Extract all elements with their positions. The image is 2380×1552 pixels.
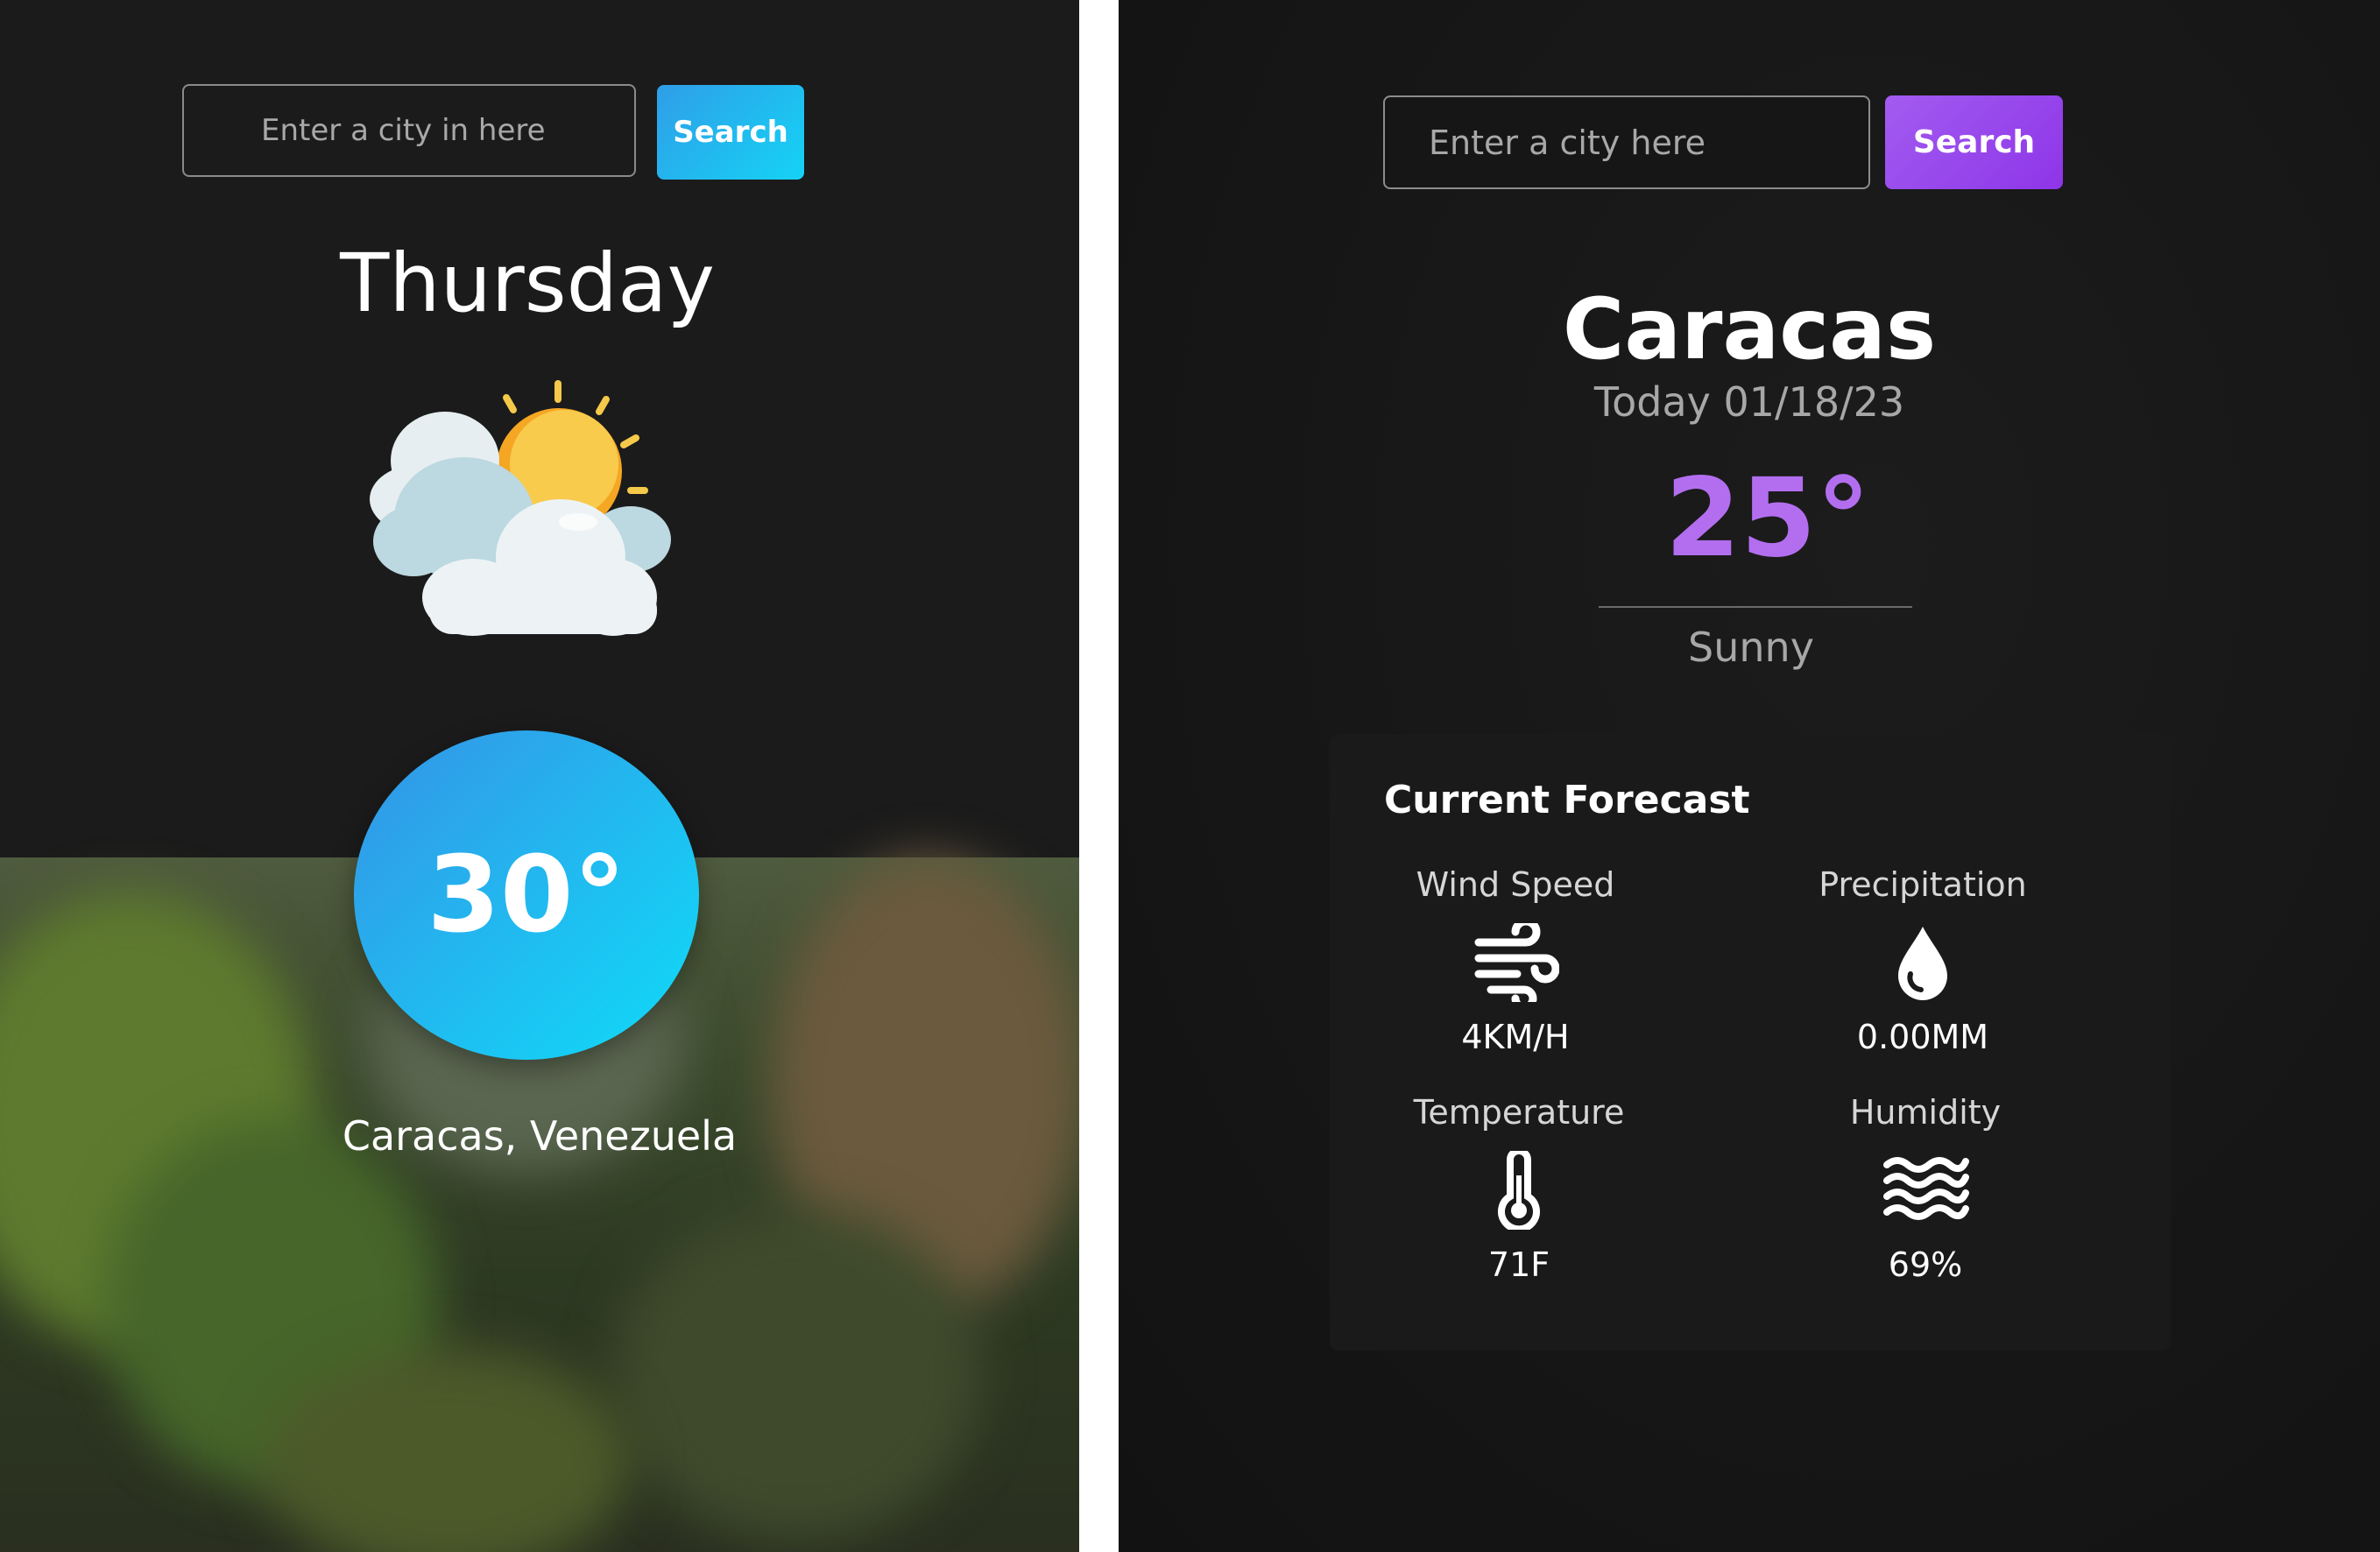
metric-label: Humidity [1849,1093,2002,1132]
temperature-value: 30° [427,834,626,956]
city-search-input[interactable] [1383,95,1870,189]
temperature-metric: Temperature 71F [1379,1093,1659,1284]
metric-value: 0.00MM [1856,1018,1989,1056]
thermometer-icon [1498,1151,1540,1230]
metric-label: Precipitation [1819,865,2027,904]
droplet-icon [1898,927,1947,1000]
right-weather-app: Search Caracas Today 01/18/23 25° Sunny … [1119,0,2380,1552]
location-label: Caracas, Venezuela [342,1112,738,1160]
temperature-circle: 30° [354,730,699,1060]
current-forecast-card: Current Forecast Wind Speed 4KM/H Precip… [1330,734,2171,1351]
metric-value: 69% [1888,1245,1963,1284]
weather-condition: Sunny [1688,624,1814,671]
date-label: Today 01/18/23 [1593,378,1905,426]
partly-cloudy-icon [370,380,671,636]
metric-value: 4KM/H [1461,1018,1570,1056]
forecast-title: Current Forecast [1384,778,1750,822]
temperature-value: 25° [1664,455,1871,582]
wind-speed-metric: Wind Speed 4KM/H [1375,865,1656,1056]
metric-value: 71F [1487,1245,1550,1284]
city-search-input[interactable] [182,84,636,177]
city-title: Caracas [1562,280,1937,378]
divider [1599,606,1912,608]
humidity-metric: Humidity 69% [1785,1093,2066,1284]
metric-label: Temperature [1413,1093,1625,1132]
search-button[interactable]: Search [1885,95,2063,189]
metric-label: Wind Speed [1416,865,1615,904]
search-button[interactable]: Search [657,85,804,180]
wind-icon [1474,923,1559,1002]
day-title: Thursday [340,236,715,330]
precipitation-metric: Precipitation 0.00MM [1783,865,2063,1056]
left-weather-app: Search Thursday 30° Caracas, Venezuela [0,0,1079,1552]
waves-icon [1883,1157,1969,1220]
